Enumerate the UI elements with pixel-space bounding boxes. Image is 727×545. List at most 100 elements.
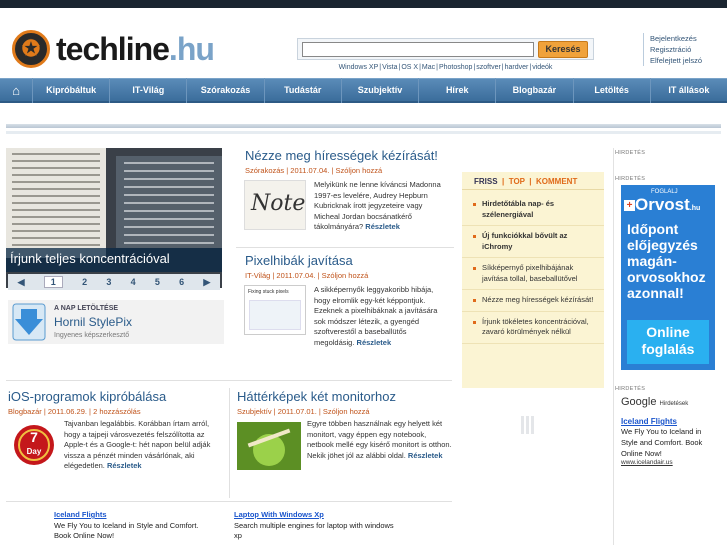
pager-page[interactable]: 5 [155, 277, 160, 287]
download-arrow-icon [12, 303, 46, 341]
thumbnail-title: Fixing stuck pixels [248, 289, 289, 295]
ad-title-link[interactable]: Iceland Flights [54, 510, 214, 521]
online-booking-button[interactable]: Online foglalás [627, 320, 709, 364]
pager-next-icon[interactable]: ▶ [203, 277, 210, 288]
article-meta[interactable]: IT-Világ | 2011.07.04. | Szóljon hozzá [245, 271, 368, 280]
article-title[interactable]: Nézze meg hírességek kézírását! [245, 148, 438, 163]
ad-title-link[interactable]: Iceland Flights [621, 417, 715, 426]
logo-text: techline [56, 30, 170, 67]
quick-link[interactable]: Mac [422, 64, 435, 71]
home-icon[interactable]: ⌂ [0, 83, 32, 98]
read-more-link[interactable]: Részletek [365, 222, 400, 231]
thumbnail-text: Note [251, 191, 306, 216]
pager-page[interactable]: 4 [131, 277, 136, 287]
nav-item-szubjektiv[interactable]: Szubjektív [340, 77, 418, 103]
nav-item-letoltes[interactable]: Letöltés [572, 77, 650, 103]
quick-link[interactable]: OS X [401, 64, 418, 71]
orvost-brand: Orvost [635, 195, 690, 214]
ad-label: HIRDETÉS [615, 150, 646, 156]
green-apple-icon [237, 422, 301, 470]
pager-page[interactable]: 2 [82, 277, 87, 287]
pager-page[interactable]: 1 [43, 276, 63, 288]
article-excerpt: A sikképernyők leggyakoribb hibája, hogy… [314, 285, 438, 347]
article-thumbnail[interactable]: 7 Day [12, 422, 56, 468]
site-logo[interactable]: ✪ techline.hu [12, 30, 215, 68]
list-item[interactable]: Síkképernyő pixelhibájának javítása toll… [462, 258, 604, 290]
nav-item-szorakozas[interactable]: Szórakozás [186, 77, 263, 103]
scroll-handle[interactable] [521, 416, 545, 434]
quick-links: Windows XP|Vista|OS X|Mac|Photoshop|szof… [338, 64, 553, 71]
nav-item-kiprobaltuk[interactable]: Kipróbáltuk [32, 77, 109, 103]
pager-page[interactable]: 6 [179, 277, 184, 287]
banner-divider [6, 124, 721, 128]
article: Pixelhibák javítása IT-Világ | 2011.07.0… [245, 253, 368, 280]
article-thumbnail[interactable] [237, 422, 301, 470]
register-link[interactable]: Regisztráció [650, 44, 721, 55]
nav-item-blogbazar[interactable]: Blogbazár [495, 77, 572, 103]
daily-download[interactable]: A NAP LETÖLTÉSE Hornil StylePix Ingyenes… [8, 300, 224, 344]
pager-prev-icon[interactable]: ◀ [18, 277, 25, 288]
pager-page[interactable]: 3 [106, 277, 111, 287]
download-title[interactable]: Hornil StylePix [54, 315, 132, 329]
article-excerpt: Melyikünk ne lenne kíváncsi Madonna 1997… [314, 180, 441, 231]
download-subtitle: Ingyenes képszerkesztő [54, 332, 130, 339]
article-thumbnail[interactable]: Fixing stuck pixels [244, 285, 306, 335]
article: iOS-programok kipróbálása Blogbazár | 20… [8, 389, 166, 416]
quick-link[interactable]: Photoshop [439, 64, 472, 71]
google-logo: Google [621, 396, 657, 408]
logo-icon: ✪ [12, 30, 50, 68]
read-more-link[interactable]: Részletek [107, 461, 142, 470]
quick-link[interactable]: Windows XP [339, 64, 379, 71]
bottom-ad: Laptop With Windows Xp Search multiple e… [234, 510, 394, 542]
ad-description: We Fly You to Iceland in Style and Comfo… [621, 427, 703, 458]
article: Nézze meg hírességek kézírását! Szórakoz… [245, 148, 438, 175]
tab-komment[interactable]: KOMMENT [536, 177, 577, 186]
article-title[interactable]: iOS-programok kipróbálása [8, 389, 166, 404]
badge-number: 7 [30, 429, 38, 445]
quick-link[interactable]: Vista [382, 64, 397, 71]
divider [229, 388, 230, 498]
user-links: Bejelentkezés Regisztráció Elfelejtett j… [643, 33, 721, 66]
quick-link[interactable]: szoftver [476, 64, 501, 71]
nav-item-it-vilag[interactable]: IT-Világ [109, 77, 186, 103]
orvost-tld: .hu [689, 205, 701, 212]
orvost-text: Időpont előjegyzés magán-orvosokhoz azon… [627, 221, 706, 301]
list-item[interactable]: Hirdetőtábla nap- és szélenergiával [462, 194, 604, 226]
fresh-list: Hirdetőtábla nap- és szélenergiával Új f… [462, 194, 604, 344]
featured-caption[interactable]: Írjunk teljes koncentrációval [6, 248, 222, 272]
featured-slider[interactable]: Írjunk teljes koncentrációval [6, 148, 222, 288]
nav-item-it-allasok[interactable]: IT állások [649, 77, 727, 103]
ad-url-link[interactable]: www.icelandair.us [621, 459, 715, 466]
download-kicker: A NAP LETÖLTÉSE [54, 305, 119, 312]
search-button[interactable]: Keresés [538, 41, 588, 58]
list-item[interactable]: Írjunk tökéletes koncentrációval, zavaró… [462, 312, 604, 344]
nav-item-hirek[interactable]: Hírek [418, 77, 495, 103]
forgot-password-link[interactable]: Elfelejtett jelszó [650, 55, 721, 66]
divider [6, 501, 452, 502]
google-ads-label: Hirdetések [659, 401, 689, 407]
tab-friss[interactable]: FRISS [474, 177, 498, 186]
nav-item-tudastar[interactable]: Tudástár [263, 77, 341, 103]
article-meta[interactable]: Szubjektív | 2011.07.01. | Szóljon hozzá [237, 407, 396, 416]
google-ads: Google Hirdetések Iceland Flights We Fly… [621, 396, 715, 466]
slider-pager: ◀ 1 2 3 4 5 6 ▶ [8, 274, 220, 290]
ad-label: HIRDETÉS [615, 386, 646, 392]
article-meta[interactable]: Szórakozás | 2011.07.04. | Szóljon hozzá [245, 166, 438, 175]
quick-link[interactable]: hardver [505, 64, 529, 71]
ad-title-link[interactable]: Laptop With Windows Xp [234, 510, 394, 521]
login-link[interactable]: Bejelentkezés [650, 33, 721, 44]
quick-link[interactable]: videók [532, 64, 552, 71]
read-more-link[interactable]: Részletek [357, 338, 392, 347]
article-title[interactable]: Pixelhibák javítása [245, 253, 368, 268]
list-item[interactable]: Nézze meg hírességek kézírását! [462, 290, 604, 312]
read-more-link[interactable]: Részletek [408, 451, 443, 460]
article-thumbnail[interactable]: Note [244, 180, 306, 230]
list-item[interactable]: Új funkciókkal bővült az iChromy [462, 226, 604, 258]
search-input[interactable] [302, 42, 534, 57]
article-excerpt: Egyre többen használnak egy helyett két … [307, 419, 452, 460]
article-title[interactable]: Háttérképek két monitorhoz [237, 389, 396, 404]
article-meta[interactable]: Blogbazár | 2011.06.29. | 2 hozzászólás [8, 407, 166, 416]
tab-top[interactable]: TOP [509, 177, 525, 186]
column-divider [613, 148, 614, 545]
orvost-ad-banner[interactable]: FOGLALJ + Orvost.hu Időpont előjegyzés m… [621, 185, 715, 370]
